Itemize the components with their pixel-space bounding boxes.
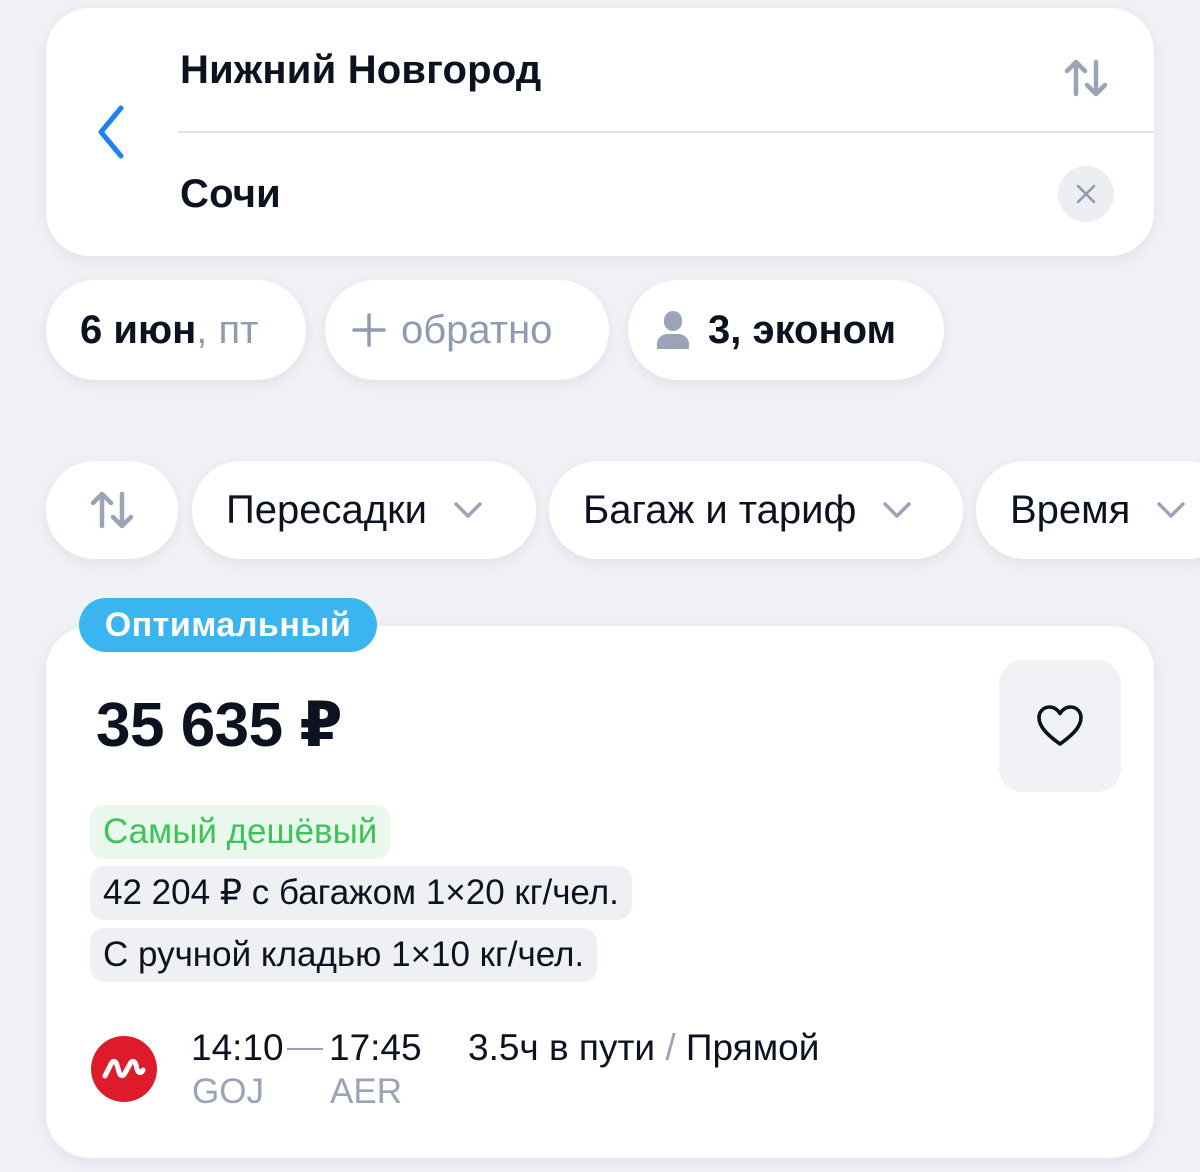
plus-icon <box>352 313 386 347</box>
origin-field[interactable]: Нижний Новгород <box>180 8 1154 132</box>
offer-price: 35 635 ₽ <box>96 691 343 760</box>
destination-city: Сочи <box>180 171 281 216</box>
favorite-button[interactable] <box>999 660 1121 792</box>
passengers-pill[interactable]: 3, эконом <box>628 280 944 380</box>
chevron-left-icon <box>98 105 124 159</box>
chevron-down-icon <box>453 501 483 519</box>
destination-field[interactable]: Сочи <box>180 132 1154 256</box>
return-label: обратно <box>401 307 553 352</box>
sort-button[interactable] <box>46 461 178 559</box>
swap-route-button[interactable] <box>1058 50 1114 106</box>
person-icon <box>657 311 689 349</box>
flight-duration: 3.5ч в пути <box>468 1027 656 1068</box>
close-icon <box>1076 184 1096 204</box>
summary-separator: / <box>665 1027 676 1068</box>
arrival-airport-code: AER <box>330 1072 402 1111</box>
departure-date-pill[interactable]: 6 июн, пт <box>46 280 306 380</box>
baggage-price-tag: 42 204 ₽ с багажом 1×20 кг/чел. <box>90 866 632 920</box>
passengers-label: 3, эконом <box>708 307 897 352</box>
flight-summary: 3.5ч в пути / Прямой <box>468 1027 819 1069</box>
clear-destination-button[interactable] <box>1058 166 1114 222</box>
filter-baggage[interactable]: Багаж и тариф <box>549 461 963 559</box>
departure-weekday: , пт <box>196 307 259 352</box>
filter-transfers[interactable]: Пересадки <box>192 461 536 559</box>
chevron-down-icon <box>882 501 912 519</box>
arrival-time: 17:45 <box>329 1027 422 1068</box>
route-search-card: Нижний Новгород Сочи <box>46 8 1154 256</box>
heart-icon <box>1037 705 1083 746</box>
departure-time: 14:10 <box>191 1027 284 1068</box>
chevron-down-icon <box>1156 501 1186 519</box>
filter-transfers-label: Пересадки <box>226 487 427 532</box>
optimal-badge: Оптимальный <box>79 598 377 652</box>
filter-time-label: Время <box>1010 487 1131 532</box>
return-date-pill[interactable]: обратно <box>325 280 609 380</box>
back-button[interactable] <box>84 100 138 164</box>
time-separator <box>287 1048 323 1050</box>
departure-airport-code: GOJ <box>192 1072 264 1111</box>
flight-type: Прямой <box>685 1027 820 1068</box>
filter-baggage-label: Багаж и тариф <box>583 487 857 532</box>
airline-logo-icon <box>91 1036 157 1102</box>
departure-date: 6 июн <box>80 307 197 352</box>
hand-luggage-tag: С ручной кладью 1×10 кг/чел. <box>90 928 598 982</box>
swap-arrows-icon <box>1064 59 1108 97</box>
sort-arrows-icon <box>90 491 134 529</box>
filter-time[interactable]: Время <box>976 461 1200 559</box>
origin-city: Нижний Новгород <box>180 47 542 92</box>
cheapest-tag: Самый дешёвый <box>90 805 391 859</box>
